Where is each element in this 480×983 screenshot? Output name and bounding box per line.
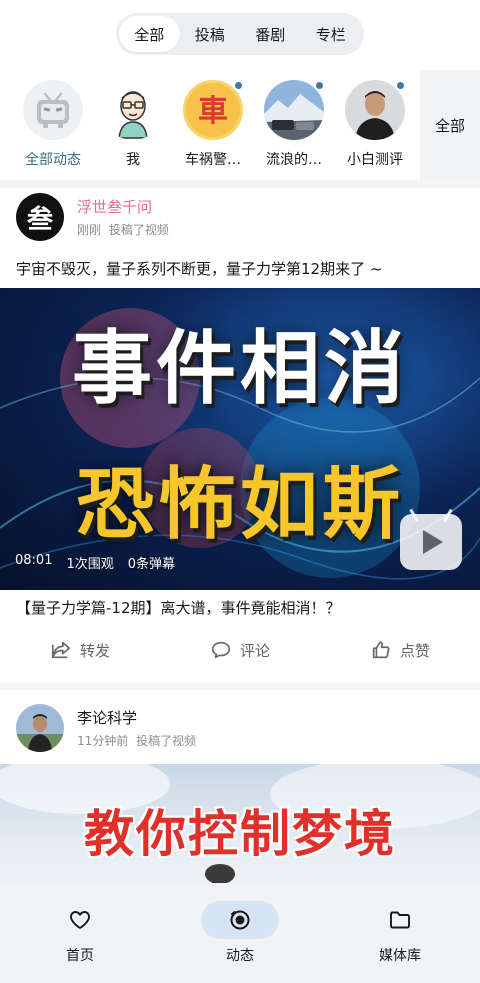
following-user-1[interactable]: 車 车祸警… — [172, 80, 254, 169]
thumbs-up-icon — [372, 641, 390, 659]
post-subtitle: 刚刚 投稿了视频 — [77, 221, 169, 238]
tab-anime[interactable]: 番剧 — [240, 16, 301, 52]
post-text: 宇宙不毁灭，量子系列不断更，量子力学第12期来了 ~ — [16, 260, 383, 278]
video-stats: 08:01 1次围观 0条弹幕 — [15, 553, 175, 572]
new-update-dot — [233, 80, 244, 91]
top-tab-bar: 全部 投稿 番剧 专栏 — [116, 13, 364, 55]
like-label: 点赞 — [399, 641, 430, 660]
nav-dynamic[interactable]: 动态 — [160, 883, 320, 983]
share-icon — [51, 641, 71, 659]
new-update-dot — [314, 80, 325, 91]
share-label: 转发 — [79, 641, 110, 660]
avatar — [103, 80, 163, 140]
nav-label: 媒体库 — [379, 948, 421, 964]
video-cover[interactable]: 事件相消 恐怖如斯 08:01 1次围观 0条弹幕 — [0, 288, 480, 590]
following-me[interactable]: 我 — [92, 80, 174, 169]
author-name[interactable]: 浮世叁千问 — [77, 196, 169, 217]
play-icon[interactable] — [400, 514, 462, 570]
avatar[interactable] — [16, 704, 64, 752]
following-label: 小白测评 — [347, 152, 403, 168]
cover-headline: 事件相消 — [72, 322, 408, 415]
nav-icon-wrap — [41, 901, 119, 939]
danmaku-count: 0条弹幕 — [127, 557, 176, 572]
tab-all[interactable]: 全部 — [119, 16, 180, 52]
new-update-dot — [395, 80, 406, 91]
post-time: 刚刚 — [77, 223, 102, 237]
following-label: 车祸警… — [185, 152, 241, 168]
video-duration: 08:01 — [15, 553, 53, 568]
post-time: 11分钟前 — [77, 734, 129, 748]
tab-articles[interactable]: 专栏 — [301, 16, 362, 52]
bottom-navigation: 首页 动态 媒体库 — [0, 883, 480, 983]
nav-library[interactable]: 媒体库 — [320, 883, 480, 983]
nav-label: 首页 — [66, 948, 94, 964]
folder-icon — [390, 911, 410, 929]
like-button[interactable]: 点赞 — [320, 628, 480, 672]
heart-icon — [70, 911, 90, 929]
post-header: 叁 浮世叁千问 刚刚 投稿了视频 — [16, 193, 169, 241]
post-action: 投稿了视频 — [136, 734, 197, 748]
comment-icon — [211, 641, 231, 659]
post-action: 投稿了视频 — [108, 223, 169, 237]
tab-videos[interactable]: 投稿 — [180, 16, 241, 52]
dynamic-icon — [230, 910, 250, 930]
following-row: 全部动态 我 車 车祸警… 流浪的… 小白测评 全部 — [0, 70, 480, 180]
following-user-3[interactable]: 小白测评 — [334, 80, 416, 169]
post-actions: 转发 评论 点赞 — [0, 628, 480, 672]
video-title[interactable]: 【量子力学篇-12期】离大谱，事件竟能相消！？ — [16, 597, 341, 618]
post-subtitle: 11分钟前 投稿了视频 — [77, 732, 196, 749]
divider — [0, 180, 480, 188]
avatar[interactable]: 叁 — [16, 193, 64, 241]
following-label: 流浪的… — [266, 152, 322, 168]
nav-label: 动态 — [226, 948, 254, 964]
app-screen: 全部 投稿 番剧 专栏 全部动态 我 車 车祸警… 流浪的… 小白测评 全部 叁… — [0, 0, 480, 983]
cover-headline: 教你控制梦境 — [84, 805, 396, 863]
comment-button[interactable]: 评论 — [160, 628, 320, 672]
avatar-glyph: 叁 — [26, 204, 53, 235]
following-label: 全部动态 — [25, 152, 81, 168]
nav-icon-wrap — [361, 901, 439, 939]
post-meta: 李论科学 11分钟前 投稿了视频 — [77, 707, 196, 749]
tv-mascot-icon — [23, 80, 83, 140]
share-button[interactable]: 转发 — [0, 628, 160, 672]
nav-home[interactable]: 首页 — [0, 883, 160, 983]
post-header: 李论科学 11分钟前 投稿了视频 — [16, 704, 196, 752]
following-all-feed[interactable]: 全部动态 — [12, 80, 94, 169]
view-count: 1次围观 — [66, 557, 114, 572]
following-label: 我 — [126, 152, 140, 168]
svg-text:車: 車 — [198, 94, 228, 129]
following-user-2[interactable]: 流浪的… — [253, 80, 335, 169]
post-meta: 浮世叁千问 刚刚 投稿了视频 — [77, 196, 169, 238]
divider — [0, 682, 480, 690]
following-all-button[interactable]: 全部 — [420, 70, 480, 180]
nav-icon-wrap — [201, 901, 279, 939]
author-name[interactable]: 李论科学 — [77, 707, 196, 728]
comment-label: 评论 — [239, 641, 270, 660]
play-triangle — [423, 530, 443, 554]
